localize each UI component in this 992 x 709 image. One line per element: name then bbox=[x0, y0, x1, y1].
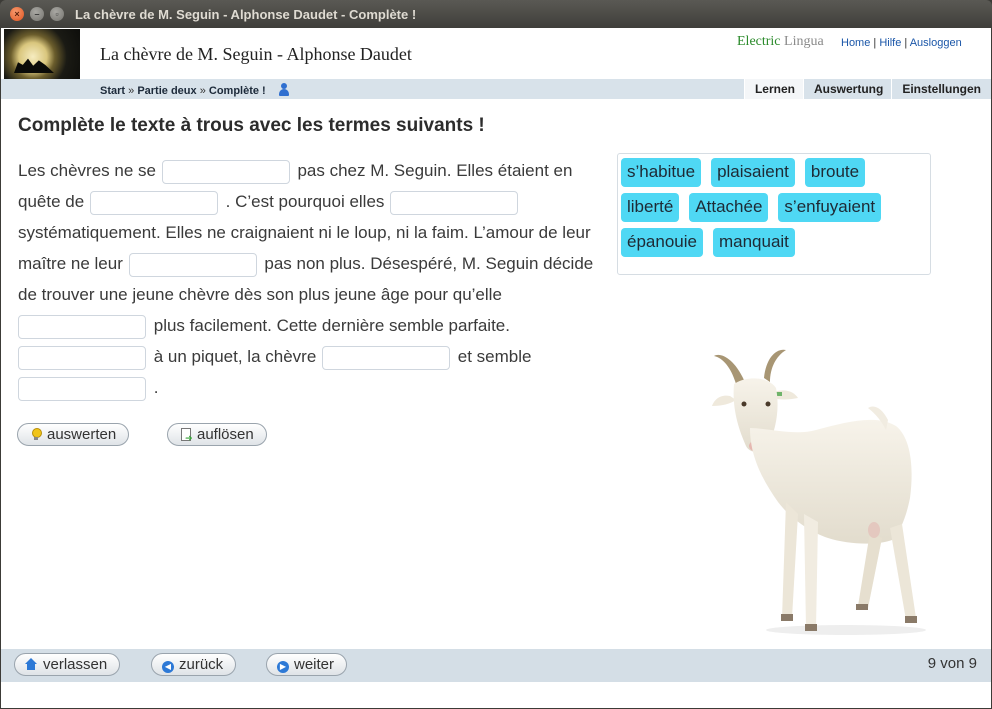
tab-bar: Lernen Auswertung Einstellungen bbox=[743, 79, 989, 99]
solve-button[interactable]: auflösen bbox=[167, 423, 267, 448]
app-title: La chèvre de M. Seguin - Alphonse Daudet bbox=[100, 44, 412, 64]
word-chip[interactable]: plaisaient bbox=[711, 158, 795, 187]
word-chip[interactable]: broute bbox=[804, 158, 866, 187]
check-button[interactable]: auswerten bbox=[17, 423, 130, 446]
back-button-label: zurück bbox=[179, 656, 224, 673]
breadcrumb-current: Complète ! bbox=[208, 85, 266, 97]
gap-field-2[interactable] bbox=[89, 190, 218, 215]
solve-button-label: auflösen bbox=[197, 426, 254, 443]
logo-goat-silhouette bbox=[14, 58, 54, 73]
breadcrumb-part[interactable]: Partie deux bbox=[137, 85, 196, 97]
check-button-label: auswerten bbox=[47, 426, 117, 443]
app-content: LA CHÈVRE DE MONSIEUR SEGUIN La chèvre d… bbox=[1, 28, 991, 708]
text-segment: Les chèvres ne se bbox=[18, 161, 156, 180]
next-button[interactable]: ▶ weiter bbox=[266, 653, 348, 676]
logout-link[interactable]: Ausloggen bbox=[910, 37, 962, 49]
gap-field-5[interactable] bbox=[18, 314, 146, 339]
exercise-instruction: Complète le texte à trous avec les terme… bbox=[18, 115, 485, 136]
bottom-area bbox=[1, 682, 991, 708]
gap-field-6[interactable] bbox=[18, 345, 146, 370]
word-chip[interactable]: s’enfuyaient bbox=[778, 193, 882, 222]
leave-button[interactable]: verlassen bbox=[14, 653, 121, 676]
text-segment: . C’est pourquoi elles bbox=[225, 192, 385, 211]
brand-part-electric: Electric bbox=[737, 34, 781, 49]
brand-part-lingua: Lingua bbox=[784, 34, 824, 49]
link-separator: | bbox=[873, 37, 877, 49]
word-chip[interactable]: liberté bbox=[621, 193, 680, 222]
link-separator: | bbox=[904, 37, 908, 49]
window-titlebar: × – ▫ La chèvre de M. Seguin - Alphonse … bbox=[0, 0, 992, 28]
text-segment: et semble bbox=[457, 347, 532, 366]
word-chip[interactable]: épanouie bbox=[621, 228, 703, 257]
gap-field-8[interactable] bbox=[18, 376, 146, 401]
document-arrow-icon bbox=[180, 428, 193, 448]
footer-bar: verlassen ◀ zurück ▶ weiter 9 von 9 bbox=[1, 649, 991, 682]
text-segment: plus facilement. Cette dernière semble p… bbox=[153, 316, 510, 335]
gap-field-1[interactable] bbox=[161, 159, 290, 184]
word-chip[interactable]: Attachée bbox=[689, 193, 769, 222]
window-title: La chèvre de M. Seguin - Alphonse Daudet… bbox=[75, 7, 417, 22]
lightbulb-icon bbox=[30, 428, 42, 440]
nav-bar: Start » Partie deux » Complète ! Lernen … bbox=[1, 79, 991, 99]
gap-field-7[interactable] bbox=[322, 345, 451, 370]
gap-field-4[interactable] bbox=[128, 252, 257, 277]
gap-field-3[interactable] bbox=[390, 190, 519, 215]
breadcrumb-start[interactable]: Start bbox=[100, 85, 125, 97]
help-link[interactable]: Hilfe bbox=[879, 37, 901, 49]
user-icon[interactable] bbox=[278, 83, 289, 96]
text-segment: à un piquet, la chèvre bbox=[153, 347, 317, 366]
tab-lernen[interactable]: Lernen bbox=[743, 79, 803, 99]
breadcrumb-separator: » bbox=[199, 85, 206, 97]
word-chip[interactable]: manquait bbox=[712, 228, 795, 257]
brand-name: Electric Lingua bbox=[737, 34, 824, 50]
home-arrow-icon bbox=[25, 658, 37, 670]
window-minimize-button[interactable]: – bbox=[30, 7, 44, 21]
breadcrumb-separator: » bbox=[128, 85, 135, 97]
tab-einstellungen[interactable]: Einstellungen bbox=[891, 79, 989, 99]
top-links: Home | Hilfe | Ausloggen bbox=[841, 37, 962, 49]
home-link[interactable]: Home bbox=[841, 37, 870, 49]
breadcrumb: Start » Partie deux » Complète ! bbox=[100, 83, 289, 97]
word-chip[interactable]: s’habitue bbox=[621, 158, 702, 187]
app-header: LA CHÈVRE DE MONSIEUR SEGUIN La chèvre d… bbox=[1, 28, 991, 100]
page-counter: 9 von 9 bbox=[927, 655, 977, 672]
next-button-label: weiter bbox=[294, 656, 335, 673]
back-button[interactable]: ◀ zurück bbox=[151, 653, 237, 676]
leave-button-label: verlassen bbox=[43, 656, 108, 673]
tab-auswertung[interactable]: Auswertung bbox=[802, 79, 891, 99]
window-maximize-button[interactable]: ▫ bbox=[50, 7, 64, 21]
goat-illustration bbox=[712, 349, 926, 635]
window-close-button[interactable]: × bbox=[10, 7, 24, 21]
text-segment: . bbox=[153, 378, 159, 397]
gap-text: Les chèvres ne se pas chez M. Seguin. El… bbox=[18, 155, 598, 403]
word-bank: s’habitue plaisaient broute liberté Attaché… bbox=[617, 153, 931, 275]
arrow-right-icon: ▶ bbox=[277, 661, 289, 673]
arrow-left-icon: ◀ bbox=[162, 661, 174, 673]
